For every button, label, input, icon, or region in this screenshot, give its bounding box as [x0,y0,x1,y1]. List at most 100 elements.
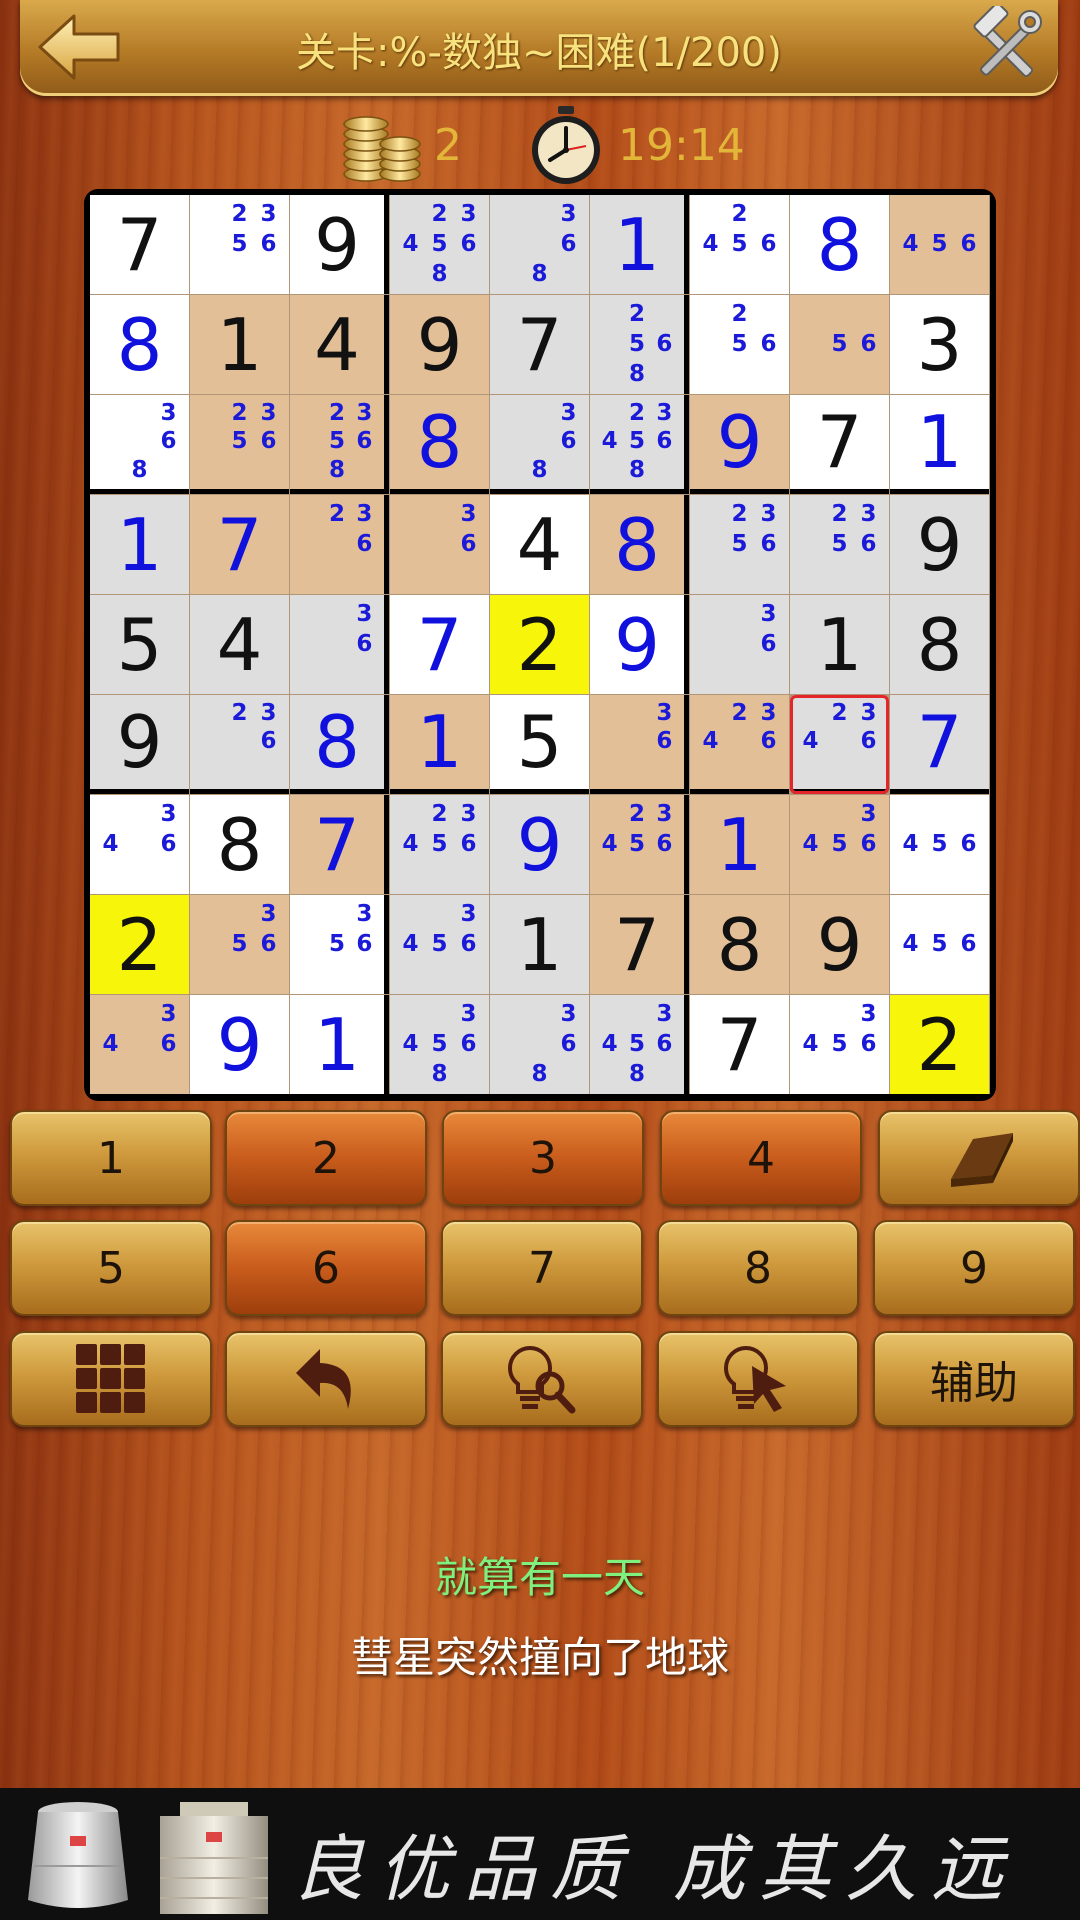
sudoku-cell[interactable]: 7 [490,295,589,394]
sudoku-cell[interactable]: 1 [490,895,589,994]
assist-button[interactable]: 辅助 [873,1331,1075,1427]
key-4[interactable]: 4 [660,1110,862,1206]
hint-pointer-button[interactable] [657,1331,859,1427]
sudoku-cell[interactable]: 36 [590,695,689,794]
sudoku-cell[interactable]: 2356 [690,495,789,594]
sudoku-cell[interactable]: 9 [190,995,289,1094]
sudoku-cell[interactable]: 7 [890,695,989,794]
sudoku-cell[interactable]: 7 [290,795,389,894]
sudoku-cell[interactable]: 456 [890,895,989,994]
sudoku-cell[interactable]: 356 [290,895,389,994]
key-2[interactable]: 2 [225,1110,427,1206]
sudoku-cell[interactable]: 36 [290,595,389,694]
sudoku-cell[interactable]: 8 [890,595,989,694]
sudoku-cell[interactable]: 23 4568 [390,195,489,294]
sudoku-cell[interactable]: 36 [690,595,789,694]
sudoku-cell[interactable]: 2356 [790,495,889,594]
sudoku-cell[interactable]: 1 [690,795,789,894]
sudoku-cell[interactable]: 9 [90,695,189,794]
sudoku-cell[interactable]: 8 [590,495,689,594]
sudoku-cell[interactable]: 5 [490,695,589,794]
sudoku-cell[interactable]: 368 [490,195,589,294]
sudoku-cell[interactable]: 9 [890,495,989,594]
sudoku-cell[interactable]: 4 [290,295,389,394]
key-6[interactable]: 6 [225,1220,427,1316]
sudoku-cell[interactable]: 8 [790,195,889,294]
undo-button[interactable] [225,1331,427,1427]
sudoku-cell[interactable]: 23 4568 [590,395,689,494]
eraser-button[interactable] [878,1110,1080,1206]
sudoku-cell[interactable]: 3 456 [390,895,489,994]
sudoku-cell[interactable]: 2 [490,595,589,694]
sudoku-cell[interactable]: 3 4 6 [90,995,189,1094]
sudoku-cell[interactable]: 2 [890,995,989,1094]
sudoku-cell[interactable]: 9 [790,895,889,994]
sudoku-cell[interactable]: 2 [90,895,189,994]
sudoku-cell[interactable]: 23568 [290,395,389,494]
key-5[interactable]: 5 [10,1220,212,1316]
selected-cell[interactable]: 23 4 6 [790,695,889,794]
sudoku-cell[interactable]: 3 4568 [390,995,489,1094]
sudoku-cell[interactable]: 456 [890,795,989,894]
sudoku-cell[interactable]: 356 [190,895,289,994]
candidate-digit: 5 [628,428,645,455]
sudoku-cell[interactable]: 36 [390,495,489,594]
sudoku-cell[interactable]: 23 456 [590,795,689,894]
sudoku-cell[interactable]: 56 [790,295,889,394]
sudoku-cell[interactable]: 3 456 [790,795,889,894]
sudoku-cell[interactable]: 2 568 [590,295,689,394]
sudoku-cell[interactable]: 7 [190,495,289,594]
sudoku-cell[interactable]: 8 [390,395,489,494]
sudoku-cell[interactable]: 9 [690,395,789,494]
sudoku-cell[interactable]: 23 4 6 [690,695,789,794]
sudoku-cell[interactable]: 23 456 [390,795,489,894]
sudoku-cell[interactable]: 9 [390,295,489,394]
sudoku-cell[interactable]: 7 [590,895,689,994]
sudoku-cell[interactable]: 3 4 6 [90,795,189,894]
sudoku-cell[interactable]: 3 [890,295,989,394]
sudoku-cell[interactable]: 368 [90,395,189,494]
sudoku-cell[interactable]: 9 [590,595,689,694]
sudoku-cell[interactable]: 1 [290,995,389,1094]
sudoku-cell[interactable]: 368 [490,395,589,494]
sudoku-cell[interactable]: 2356 [190,195,289,294]
sudoku-cell[interactable]: 8 [290,695,389,794]
sudoku-cell[interactable]: 4 [190,595,289,694]
back-button[interactable] [34,8,124,86]
sudoku-cell[interactable]: 5 [90,595,189,694]
sudoku-cell[interactable]: 4 [490,495,589,594]
sudoku-cell[interactable]: 1 [590,195,689,294]
sudoku-cell[interactable]: 7 [790,395,889,494]
sudoku-cell[interactable]: 456 [890,195,989,294]
ad-banner[interactable]: 良优品质 成其久远 [0,1788,1080,1920]
settings-button[interactable] [964,2,1048,90]
sudoku-cell[interactable]: 236 [290,495,389,594]
hint-search-button[interactable] [441,1331,643,1427]
sudoku-cell[interactable]: 8 [90,295,189,394]
sudoku-cell[interactable]: 1 [90,495,189,594]
key-9[interactable]: 9 [873,1220,1075,1316]
sudoku-cell[interactable]: 368 [490,995,589,1094]
sudoku-cell[interactable]: 8 [190,795,289,894]
notes-grid-button[interactable] [10,1331,212,1427]
sudoku-cell[interactable]: 7 [690,995,789,1094]
sudoku-cell[interactable]: 2356 [190,395,289,494]
sudoku-cell[interactable]: 1 [190,295,289,394]
sudoku-cell[interactable]: 9 [490,795,589,894]
sudoku-cell[interactable]: 7 [390,595,489,694]
sudoku-cell[interactable]: 3 456 [790,995,889,1094]
sudoku-cell[interactable]: 1 [390,695,489,794]
key-7[interactable]: 7 [441,1220,643,1316]
sudoku-cell[interactable]: 7 [90,195,189,294]
key-1[interactable]: 1 [10,1110,212,1206]
key-3[interactable]: 3 [442,1110,644,1206]
sudoku-cell[interactable]: 9 [290,195,389,294]
key-8[interactable]: 8 [657,1220,859,1316]
sudoku-cell[interactable]: 2 56 [690,295,789,394]
sudoku-cell[interactable]: 1 [790,595,889,694]
sudoku-cell[interactable]: 3 4568 [590,995,689,1094]
sudoku-cell[interactable]: 8 [690,895,789,994]
sudoku-cell[interactable]: 1 [890,395,989,494]
sudoku-cell[interactable]: 2456 [690,195,789,294]
sudoku-cell[interactable]: 236 [190,695,289,794]
